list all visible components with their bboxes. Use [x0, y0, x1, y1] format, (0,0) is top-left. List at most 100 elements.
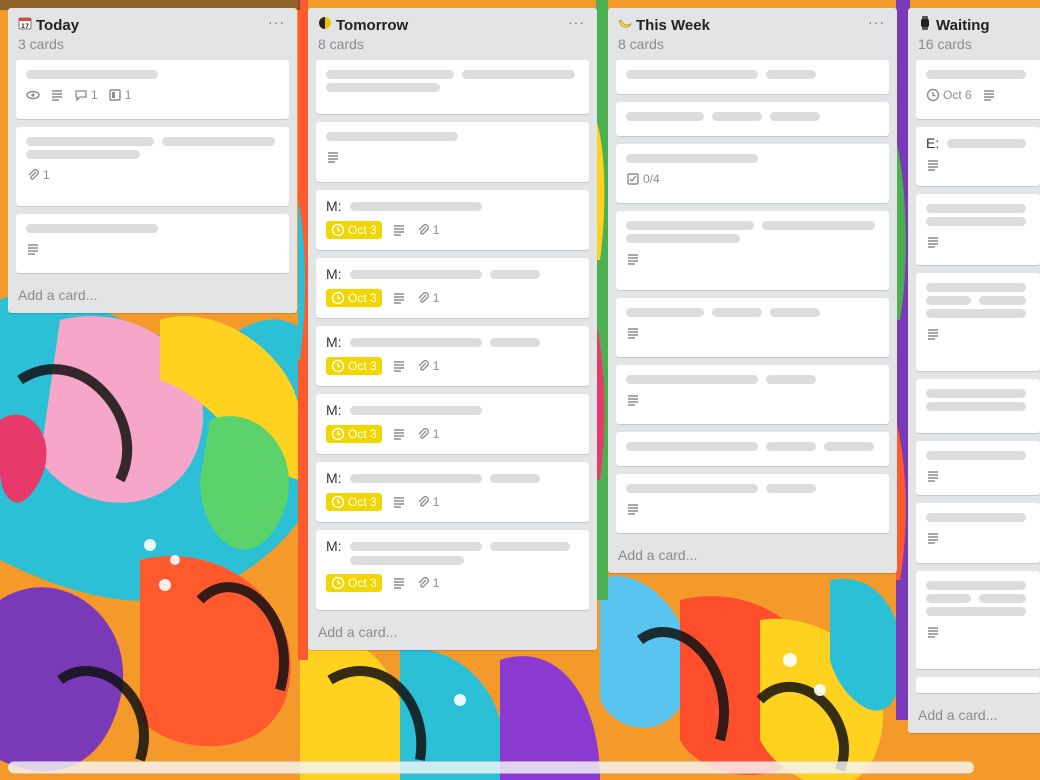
list-menu-button[interactable]: ···	[568, 14, 585, 30]
card-badges	[926, 158, 1030, 172]
card[interactable]	[316, 122, 589, 182]
card[interactable]: E:	[916, 127, 1040, 186]
card[interactable]: Oct 6	[916, 60, 1040, 119]
card[interactable]	[616, 474, 889, 533]
description-icon	[392, 359, 406, 373]
scrollbar-thumb[interactable]	[8, 762, 974, 773]
description-icon	[626, 502, 640, 516]
list-title[interactable]: Tomorrow	[318, 16, 408, 34]
card[interactable]: M: Oct 3 1	[316, 190, 589, 250]
card-title-prefix: M:	[326, 198, 342, 214]
card-title-placeholder	[979, 296, 1026, 305]
paperclip-icon	[418, 360, 429, 371]
card[interactable]	[616, 211, 889, 290]
card-title-placeholder	[626, 308, 704, 317]
list-title-text: Today	[36, 16, 80, 34]
paperclip-icon	[28, 169, 39, 180]
card[interactable]: M: Oct 3 1	[316, 394, 589, 454]
card-count: 3 cards	[18, 36, 64, 52]
card-count: 8 cards	[318, 36, 364, 52]
card[interactable]	[616, 102, 889, 136]
card-title-placeholder	[770, 112, 820, 121]
card-badges	[626, 502, 879, 516]
card[interactable]	[316, 60, 589, 114]
list-today: 17 Today 3 cards ··· 1 1 1 Add a card...	[8, 8, 297, 313]
card-badges: 0/4	[626, 172, 879, 186]
card[interactable]	[916, 441, 1040, 495]
due-date-badge: Oct 3	[326, 357, 382, 375]
description-icon	[926, 531, 940, 545]
comment-badge: 1	[74, 88, 98, 102]
card[interactable]	[916, 273, 1040, 371]
horizontal-scrollbar[interactable]	[8, 761, 974, 774]
add-card-button[interactable]: Add a card...	[316, 618, 589, 650]
card-title-prefix: M:	[326, 470, 342, 486]
list-menu-button[interactable]: ···	[268, 14, 285, 30]
card[interactable]	[616, 432, 889, 466]
card-title-placeholder	[26, 150, 140, 159]
card[interactable]	[916, 379, 1040, 433]
card[interactable]: M: Oct 3 1	[316, 462, 589, 522]
card-title-placeholder	[926, 283, 1026, 292]
due-date-badge: Oct 3	[326, 289, 382, 307]
moon-icon	[318, 16, 332, 34]
description-icon	[392, 291, 406, 305]
card-title-placeholder	[462, 70, 575, 79]
attachment-badge: 1	[416, 427, 439, 441]
card[interactable]	[916, 194, 1040, 265]
description-icon	[392, 427, 406, 441]
description-icon	[926, 235, 940, 249]
card-count: 16 cards	[918, 36, 972, 52]
list-title[interactable]: Waiting	[918, 16, 990, 34]
clock-icon	[331, 495, 345, 509]
card-title-placeholder	[926, 296, 972, 305]
add-card-button[interactable]: Add a card...	[616, 541, 889, 573]
list-menu-button[interactable]: ···	[868, 14, 885, 30]
description-icon	[626, 252, 640, 266]
card[interactable]: M: Oct 3 1	[316, 326, 589, 386]
clock-icon	[926, 88, 940, 102]
calendar-icon: 17	[18, 16, 32, 34]
card-title-placeholder	[162, 137, 275, 146]
clock-icon	[331, 359, 345, 373]
card-title-placeholder	[762, 221, 875, 230]
card[interactable]: 0/4	[616, 144, 889, 203]
card[interactable]: M: Oct 3 1	[316, 530, 589, 610]
card-badges: Oct 3 1	[326, 289, 579, 307]
add-card-button[interactable]: Add a card...	[16, 281, 289, 313]
description-icon	[326, 150, 340, 164]
card-title-placeholder	[926, 217, 1026, 226]
card[interactable]	[916, 503, 1040, 563]
banana-icon	[618, 16, 633, 34]
paperclip-icon	[418, 577, 429, 588]
card[interactable]: M: Oct 3 1	[316, 258, 589, 318]
description-icon	[50, 88, 64, 102]
card-badges: 1 1	[26, 88, 279, 102]
card[interactable]: 1 1	[16, 60, 289, 119]
card-title-placeholder	[489, 337, 540, 347]
card-title-placeholder	[926, 389, 1026, 398]
add-card-button[interactable]: Add a card...	[916, 701, 1040, 733]
attachment-badge: 1	[26, 168, 50, 182]
card-title-placeholder	[626, 154, 758, 163]
card[interactable]	[616, 298, 889, 357]
card[interactable]	[16, 214, 289, 273]
card-title-placeholder	[326, 70, 455, 79]
card-title-placeholder	[712, 112, 762, 121]
list-title[interactable]: This Week	[618, 16, 710, 34]
comment-icon	[75, 90, 87, 102]
description-icon	[626, 393, 640, 407]
due-date-badge: Oct 3	[326, 493, 382, 511]
card-badges	[926, 327, 1030, 341]
card-title-placeholder	[626, 442, 758, 451]
list-title[interactable]: 17 Today	[18, 16, 79, 34]
card-title-placeholder	[489, 269, 540, 279]
card[interactable]	[616, 365, 889, 424]
card[interactable]	[616, 60, 889, 94]
card[interactable]	[916, 677, 1040, 693]
paperclip-icon	[418, 224, 429, 235]
card[interactable]: 1	[16, 127, 289, 206]
description-icon	[982, 88, 996, 102]
due-date-badge: Oct 3	[326, 425, 382, 443]
card[interactable]	[916, 571, 1040, 669]
